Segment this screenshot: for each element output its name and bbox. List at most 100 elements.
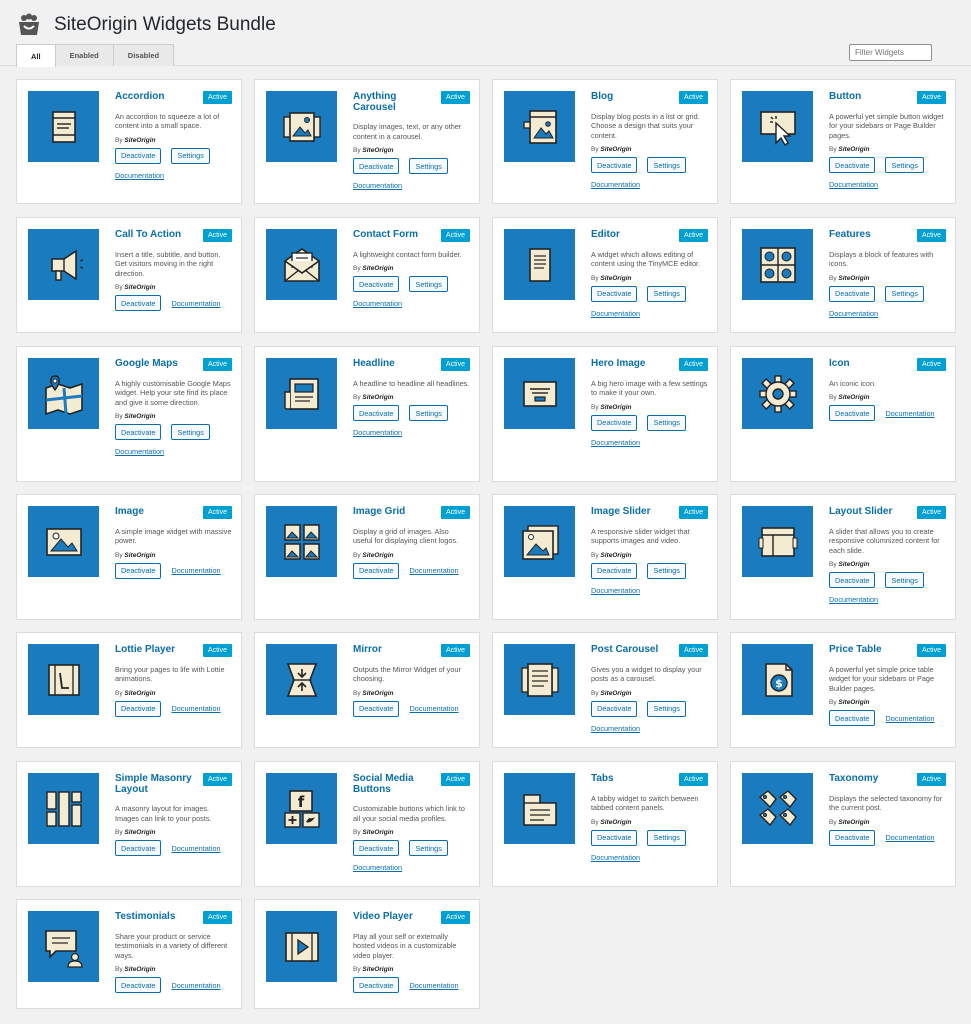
widget-name[interactable]: Layout Slider [829, 506, 913, 518]
deactivate-button[interactable]: Deactivate [591, 414, 638, 431]
deactivate-button[interactable]: Deactivate [115, 424, 162, 440]
deactivate-button[interactable]: Deactivate [829, 710, 876, 726]
widget-name[interactable]: Features [829, 229, 913, 241]
settings-button[interactable]: Settings [885, 157, 924, 173]
documentation-link[interactable]: Documentation [353, 428, 402, 437]
settings-button[interactable]: Settings [647, 700, 686, 717]
deactivate-button[interactable]: Deactivate [829, 829, 876, 846]
deactivate-button[interactable]: Deactivate [115, 977, 162, 993]
documentation-link[interactable]: Documentation [115, 171, 164, 180]
deactivate-button[interactable]: Deactivate [591, 829, 638, 846]
deactivate-button[interactable]: Deactivate [115, 840, 162, 856]
deactivate-button[interactable]: Deactivate [353, 977, 400, 993]
documentation-link[interactable]: Documentation [591, 586, 640, 595]
widget-name[interactable]: Image [115, 506, 199, 518]
settings-button[interactable]: Settings [647, 414, 686, 431]
documentation-link[interactable]: Documentation [353, 181, 402, 190]
widget-name[interactable]: Mirror [353, 644, 437, 656]
documentation-link[interactable]: Documentation [409, 566, 458, 575]
deactivate-button[interactable]: Deactivate [353, 276, 400, 292]
documentation-link[interactable]: Documentation [829, 309, 878, 318]
deactivate-button[interactable]: Deactivate [353, 840, 400, 856]
widget-name[interactable]: Lottie Player [115, 644, 199, 656]
widget-name[interactable]: Social Media Buttons [353, 773, 437, 795]
tab-enabled[interactable]: Enabled [54, 44, 114, 66]
documentation-link[interactable]: Documentation [885, 714, 934, 723]
widget-name[interactable]: Simple Masonry Layout [115, 773, 199, 795]
documentation-link[interactable]: Documentation [171, 299, 220, 308]
deactivate-button[interactable]: Deactivate [591, 700, 638, 717]
documentation-link[interactable]: Documentation [353, 299, 402, 308]
tab-disabled[interactable]: Disabled [112, 44, 175, 66]
documentation-link[interactable]: Documentation [885, 833, 934, 842]
deactivate-button[interactable]: Deactivate [829, 157, 876, 173]
settings-button[interactable]: Settings [885, 285, 924, 302]
deactivate-button[interactable]: Deactivate [829, 572, 876, 588]
widget-name[interactable]: Video Player [353, 911, 437, 923]
deactivate-button[interactable]: Deactivate [353, 405, 400, 421]
widget-name[interactable]: Icon [829, 358, 913, 370]
widget-name[interactable]: Price Table [829, 644, 913, 656]
widget-name[interactable]: Button [829, 91, 913, 103]
documentation-link[interactable]: Documentation [353, 863, 402, 872]
documentation-link[interactable]: Documentation [829, 595, 878, 604]
deactivate-button[interactable]: Deactivate [829, 405, 876, 421]
widget-icon-tile [266, 644, 337, 715]
settings-button[interactable]: Settings [409, 405, 448, 421]
widget-name[interactable]: Tabs [591, 773, 675, 785]
filter-widgets-input[interactable] [849, 44, 932, 61]
documentation-link[interactable]: Documentation [591, 309, 640, 318]
widget-name[interactable]: Image Grid [353, 506, 437, 518]
documentation-link[interactable]: Documentation [115, 447, 164, 456]
documentation-link[interactable]: Documentation [171, 981, 220, 990]
documentation-link[interactable]: Documentation [591, 724, 640, 733]
widget-name[interactable]: Call To Action [115, 229, 199, 241]
widget-name[interactable]: Blog [591, 91, 675, 103]
settings-button[interactable]: Settings [171, 424, 210, 440]
documentation-link[interactable]: Documentation [885, 409, 934, 418]
widget-name[interactable]: Taxonomy [829, 773, 913, 785]
settings-button[interactable]: Settings [647, 562, 686, 579]
documentation-link[interactable]: Documentation [171, 566, 220, 575]
widget-name[interactable]: Image Slider [591, 506, 675, 518]
settings-button[interactable]: Settings [647, 285, 686, 302]
deactivate-button[interactable]: Deactivate [591, 157, 638, 173]
documentation-link[interactable]: Documentation [591, 853, 640, 862]
settings-button[interactable]: Settings [409, 158, 448, 174]
deactivate-button[interactable]: Deactivate [829, 285, 876, 302]
widget-author: By SiteOrigin [115, 137, 232, 144]
deactivate-button[interactable]: Deactivate [353, 562, 400, 579]
settings-button[interactable]: Settings [171, 147, 210, 164]
deactivate-button[interactable]: Deactivate [591, 562, 638, 579]
deactivate-button[interactable]: Deactivate [115, 295, 162, 311]
widget-name[interactable]: Hero Image [591, 358, 675, 370]
deactivate-button[interactable]: Deactivate [115, 562, 162, 579]
settings-button[interactable]: Settings [409, 276, 448, 292]
documentation-link[interactable]: Documentation [171, 704, 220, 713]
widget-name[interactable]: Anything Carousel [353, 91, 437, 113]
documentation-link[interactable]: Documentation [409, 704, 458, 713]
widget-name[interactable]: Contact Form [353, 229, 437, 241]
tab-all[interactable]: All [16, 44, 56, 67]
settings-button[interactable]: Settings [647, 829, 686, 846]
settings-button[interactable]: Settings [409, 840, 448, 856]
documentation-link[interactable]: Documentation [591, 438, 640, 447]
deactivate-button[interactable]: Deactivate [115, 700, 162, 717]
widget-name[interactable]: Testimonials [115, 911, 199, 923]
documentation-link[interactable]: Documentation [591, 180, 640, 189]
settings-button[interactable]: Settings [885, 572, 924, 588]
deactivate-button[interactable]: Deactivate [353, 158, 400, 174]
by-label: By [115, 829, 123, 836]
documentation-link[interactable]: Documentation [171, 844, 220, 853]
settings-button[interactable]: Settings [647, 157, 686, 173]
widget-name[interactable]: Post Carousel [591, 644, 675, 656]
widget-name[interactable]: Headline [353, 358, 437, 370]
deactivate-button[interactable]: Deactivate [591, 285, 638, 302]
widget-name[interactable]: Editor [591, 229, 675, 241]
documentation-link[interactable]: Documentation [409, 981, 458, 990]
deactivate-button[interactable]: Deactivate [353, 700, 400, 717]
widget-name[interactable]: Google Maps [115, 358, 199, 370]
documentation-link[interactable]: Documentation [829, 180, 878, 189]
widget-name[interactable]: Accordion [115, 91, 199, 103]
deactivate-button[interactable]: Deactivate [115, 147, 162, 164]
